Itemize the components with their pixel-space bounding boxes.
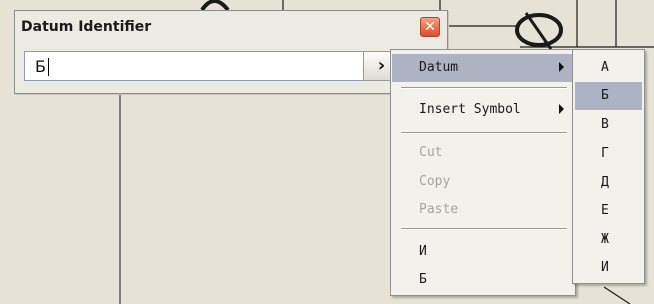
menu-item-paste[interactable]: Paste (392, 196, 574, 224)
submenu-item[interactable]: Г (575, 140, 642, 168)
menu-item-recent-1[interactable]: И (392, 238, 574, 266)
datum-identifier-input[interactable]: Б (24, 51, 409, 81)
menu-item-label: Cut (419, 145, 443, 160)
menu-separator (401, 228, 567, 230)
submenu-item-label: А (601, 60, 609, 75)
dialog-titlebar[interactable]: Datum Identifier ✕ (15, 11, 447, 41)
text-caret (48, 58, 49, 76)
menu-item-label: Paste (419, 202, 459, 217)
submenu-item-label: Ж (601, 232, 609, 247)
menu-separator (401, 87, 567, 89)
datum-identifier-dialog: Datum Identifier ✕ Б › (14, 10, 448, 94)
close-icon[interactable]: ✕ (420, 17, 440, 37)
submenu-item-label: Е (601, 203, 609, 218)
context-menu: Datum Insert Symbol Cut Copy Paste И Б (390, 49, 576, 296)
submenu-item[interactable]: Е (575, 197, 642, 225)
menu-item-cut[interactable]: Cut (392, 139, 574, 167)
dialog-title: Datum Identifier (21, 19, 152, 35)
menu-item-label: Insert Symbol (419, 102, 521, 117)
submenu-arrow-icon (559, 62, 564, 72)
input-value: Б (35, 57, 46, 76)
menu-item-recent-2[interactable]: Б (392, 266, 574, 294)
submenu-item-label: И (601, 260, 609, 275)
submenu-item[interactable]: Б (575, 82, 642, 110)
menu-item-insert-symbol[interactable]: Insert Symbol (392, 96, 574, 124)
submenu-item[interactable]: В (575, 111, 642, 139)
submenu-item-label: В (601, 117, 609, 132)
submenu-item[interactable]: Ж (575, 226, 642, 254)
menu-separator (401, 132, 567, 134)
submenu-item[interactable]: И (575, 254, 642, 282)
menu-item-copy[interactable]: Copy (392, 168, 574, 196)
menu-item-label: Б (419, 272, 427, 287)
menu-item-label: Copy (419, 174, 451, 189)
submenu-item-label: Д (601, 175, 609, 190)
submenu-item-label: Б (601, 88, 609, 103)
menu-item-datum[interactable]: Datum (392, 54, 574, 82)
menu-item-label: И (419, 244, 427, 259)
submenu-item-label: Г (601, 146, 609, 161)
menu-item-label: Datum (419, 60, 459, 75)
submenu-item[interactable]: А (575, 54, 642, 82)
submenu-item[interactable]: Д (575, 169, 642, 197)
datum-submenu: А Б В Г Д Е Ж И (572, 49, 645, 284)
submenu-arrow-icon (559, 104, 564, 114)
